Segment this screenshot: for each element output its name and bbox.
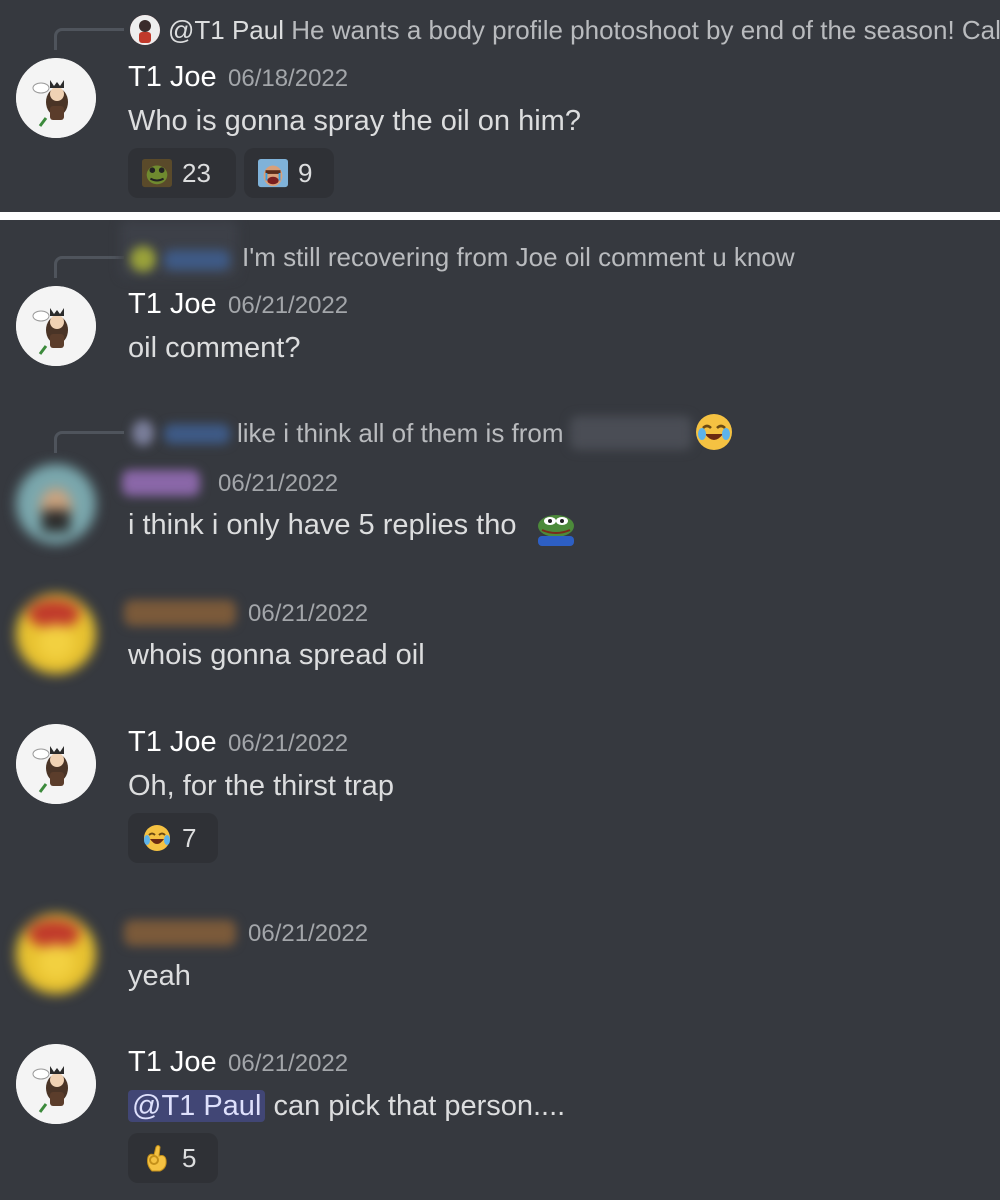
username[interactable]: T1 Joe [128,1045,217,1079]
username[interactable]: T1 Joe [128,725,217,759]
message-panel-bottom: I'm still recovering from Joe oil commen… [0,220,1000,1200]
timestamp: 06/21/2022 [228,292,349,319]
blurred-username[interactable] [124,600,236,626]
reply-spine [54,256,124,278]
reply-preview[interactable]: like i think all of them is from [237,418,564,448]
reply-author[interactable]: @T1 Paul [168,15,284,45]
reaction-count: 9 [298,157,313,188]
blurred-name [164,250,230,270]
message-panel-top: @T1 Paul He wants a body profile photosh… [0,0,1000,212]
pepe-frog-emoji-icon [532,512,580,553]
blurred-username[interactable] [122,470,200,496]
reaction-count: 7 [182,822,197,853]
message-text: oil comment? [128,332,301,364]
crying-man-emoji-icon [258,158,288,188]
user-mention[interactable]: @T1 Paul [128,1090,266,1122]
avatar[interactable] [16,1044,96,1124]
reply-avatar[interactable] [132,420,154,446]
reaction-ok-hand[interactable]: 5 [128,1133,218,1183]
reply-spine [54,431,124,453]
message-text: i think i only have 5 replies tho [128,508,517,542]
avatar[interactable] [16,594,96,674]
reaction-crying-man[interactable]: 9 [244,148,334,198]
message-text-content: can pick that person.... [265,1090,566,1122]
reply-text: He wants a body profile photoshoot by en… [291,15,1000,45]
reaction-count: 5 [182,1142,197,1173]
username[interactable]: T1 Joe [128,287,217,321]
message-text: Who is gonna spray the oil on him? [128,105,581,137]
timestamp: 06/18/2022 [228,65,349,92]
message-text: @T1 Paul can pick that person.... [128,1089,565,1123]
message-text: yeah [128,960,191,992]
message-text-content: i think i only have 5 replies tho [128,509,517,541]
reply-avatar[interactable] [130,15,160,45]
reaction-joy[interactable]: 7 [128,813,218,863]
avatar[interactable] [16,286,96,366]
timestamp: 06/21/2022 [218,470,339,497]
message-text: whois gonna spread oil [128,639,425,671]
avatar[interactable] [16,58,96,138]
reply-text: like i think all of them is from [237,418,564,448]
ok-hand-emoji-icon [142,1143,172,1173]
username[interactable]: T1 Joe [128,60,217,94]
avatar[interactable] [16,914,96,994]
message-text: Oh, for the thirst trap [128,770,394,802]
avatar[interactable] [16,464,96,544]
joy-emoji-icon [142,823,172,853]
timestamp: 06/21/2022 [248,920,369,947]
reply-spine [54,28,124,50]
crying-laughing-emoji-icon [694,412,734,457]
timestamp: 06/21/2022 [228,730,349,757]
reply-text: I'm still recovering from Joe oil commen… [242,242,795,272]
divider-edge [728,212,1000,215]
timestamp: 06/21/2022 [248,600,369,627]
frog-emoji-icon [142,158,172,188]
reply-preview[interactable]: @T1 Paul He wants a body profile photosh… [168,15,1000,45]
timestamp: 06/21/2022 [228,1050,349,1077]
blurred-text [570,416,692,450]
reaction-frog[interactable]: 23 [128,148,236,198]
blurred-name [164,424,230,444]
blurred-username[interactable] [124,920,236,946]
reply-preview[interactable]: I'm still recovering from Joe oil commen… [242,242,795,272]
avatar[interactable] [16,724,96,804]
reaction-count: 23 [182,157,211,188]
reply-avatar[interactable] [130,246,156,272]
